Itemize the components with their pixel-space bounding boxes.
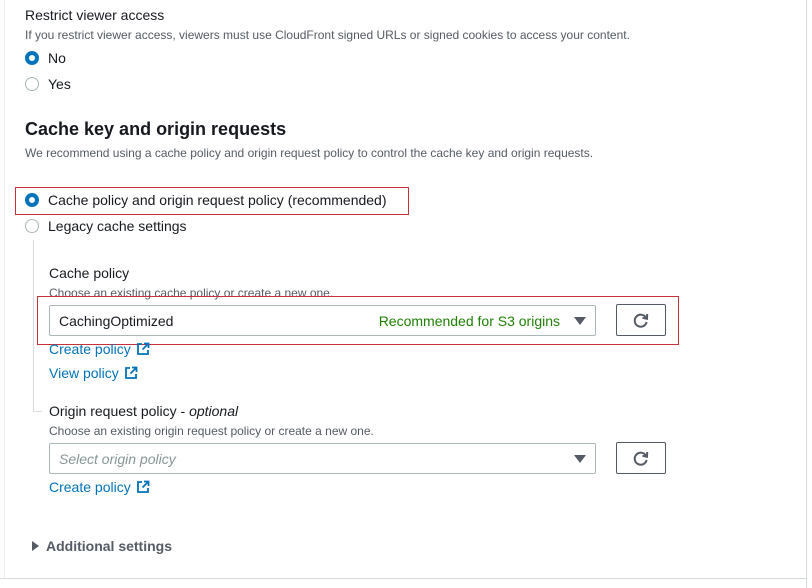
view-cache-policy-link[interactable]: View policy	[49, 365, 138, 381]
cache-policy-selected-value: CachingOptimized	[59, 312, 174, 329]
radio-no-label: No	[48, 50, 66, 66]
cache-policy-description: Choose an existing cache policy or creat…	[49, 286, 334, 300]
additional-settings-expander[interactable]: Additional settings	[32, 538, 172, 554]
refresh-icon	[633, 313, 649, 328]
viewer-access-description: If you restrict viewer access, viewers m…	[25, 28, 630, 42]
view-cache-policy-link-text: View policy	[49, 365, 119, 381]
radio-legacy-label: Legacy cache settings	[48, 218, 187, 234]
origin-request-policy-label: Origin request policy - optional	[49, 403, 238, 419]
radio-yes-label: Yes	[48, 76, 71, 92]
caret-down-icon	[574, 316, 586, 325]
origin-request-policy-select[interactable]: Select origin policy	[49, 443, 596, 474]
radio-option-cache-policy[interactable]: Cache policy and origin request policy (…	[25, 192, 387, 208]
create-origin-policy-link-text: Create policy	[49, 479, 131, 495]
panel-bottom-border	[0, 578, 807, 579]
create-cache-policy-link-text: Create policy	[49, 341, 131, 357]
external-link-icon	[136, 342, 150, 355]
external-link-icon	[136, 480, 150, 493]
origin-policy-placeholder: Select origin policy	[59, 450, 176, 467]
radio-yes-button[interactable]	[25, 77, 39, 91]
tree-line-vertical	[33, 240, 34, 411]
cache-section-title: Cache key and origin requests	[25, 119, 287, 139]
label-separator: -	[180, 403, 190, 419]
tree-line-horizontal	[33, 411, 42, 412]
refresh-cache-policy-button[interactable]	[616, 304, 666, 336]
panel-left-border	[4, 0, 5, 579]
create-origin-policy-link[interactable]: Create policy	[49, 479, 150, 495]
external-link-icon	[124, 366, 138, 379]
origin-request-policy-description: Choose an existing origin request policy…	[49, 424, 374, 438]
viewer-access-label: Restrict viewer access	[25, 7, 165, 23]
refresh-origin-policy-button[interactable]	[616, 442, 666, 474]
radio-cache-policy-button[interactable]	[25, 193, 39, 207]
create-cache-policy-link[interactable]: Create policy	[49, 341, 150, 357]
cache-policy-label: Cache policy	[49, 265, 130, 281]
radio-option-no[interactable]: No	[25, 50, 66, 66]
radio-cache-policy-label: Cache policy and origin request policy (…	[48, 192, 387, 208]
optional-suffix: optional	[189, 403, 239, 419]
origin-request-policy-label-text: Origin request policy	[49, 403, 177, 419]
panel-right-border	[806, 0, 807, 588]
cache-policy-select[interactable]: CachingOptimized Recommended for S3 orig…	[49, 305, 596, 336]
radio-option-yes[interactable]: Yes	[25, 76, 71, 92]
caret-down-icon	[574, 454, 586, 463]
refresh-icon	[633, 451, 649, 466]
radio-no-button[interactable]	[25, 51, 39, 65]
recommended-tag: Recommended for S3 origins	[378, 312, 560, 329]
radio-legacy-button[interactable]	[25, 219, 39, 233]
caret-right-icon	[32, 541, 39, 551]
cache-section-description: We recommend using a cache policy and or…	[25, 146, 594, 160]
additional-settings-label: Additional settings	[46, 538, 172, 554]
radio-option-legacy[interactable]: Legacy cache settings	[25, 218, 187, 234]
